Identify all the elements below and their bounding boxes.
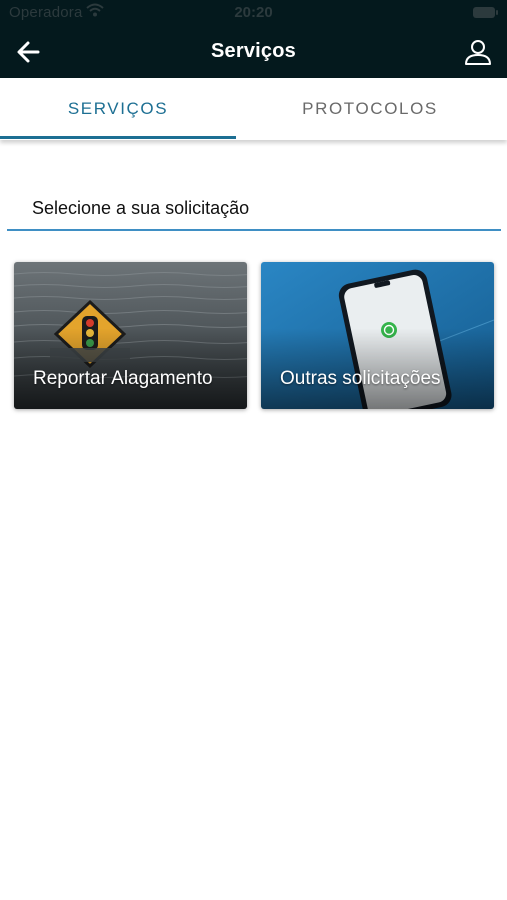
tab-bar: SERVIÇOS PROTOCOLOS: [0, 78, 507, 140]
request-select-field[interactable]: Selecione a sua solicitação: [7, 186, 501, 231]
status-bar: Operadora 20:20: [0, 0, 507, 26]
request-select-label: Selecione a sua solicitação: [32, 198, 250, 218]
tab-protocolos[interactable]: PROTOCOLOS: [252, 78, 488, 140]
card-outras-solicitacoes[interactable]: Outras solicitações: [261, 262, 494, 409]
page-title: Serviços: [211, 40, 296, 62]
active-tab-indicator: [0, 136, 236, 139]
card-label-reportar-alagamento: Reportar Alagamento: [33, 368, 213, 389]
battery-icon: [473, 7, 498, 18]
card-reportar-alagamento[interactable]: Reportar Alagamento: [14, 262, 247, 409]
status-time: 20:20: [234, 4, 273, 21]
card-label-outras-solicitacoes: Outras solicitações: [280, 368, 441, 389]
top-app-bar: Serviços: [0, 26, 507, 78]
tab-servicos[interactable]: SERVIÇOS: [0, 78, 236, 140]
user-profile-icon[interactable]: [463, 37, 493, 67]
